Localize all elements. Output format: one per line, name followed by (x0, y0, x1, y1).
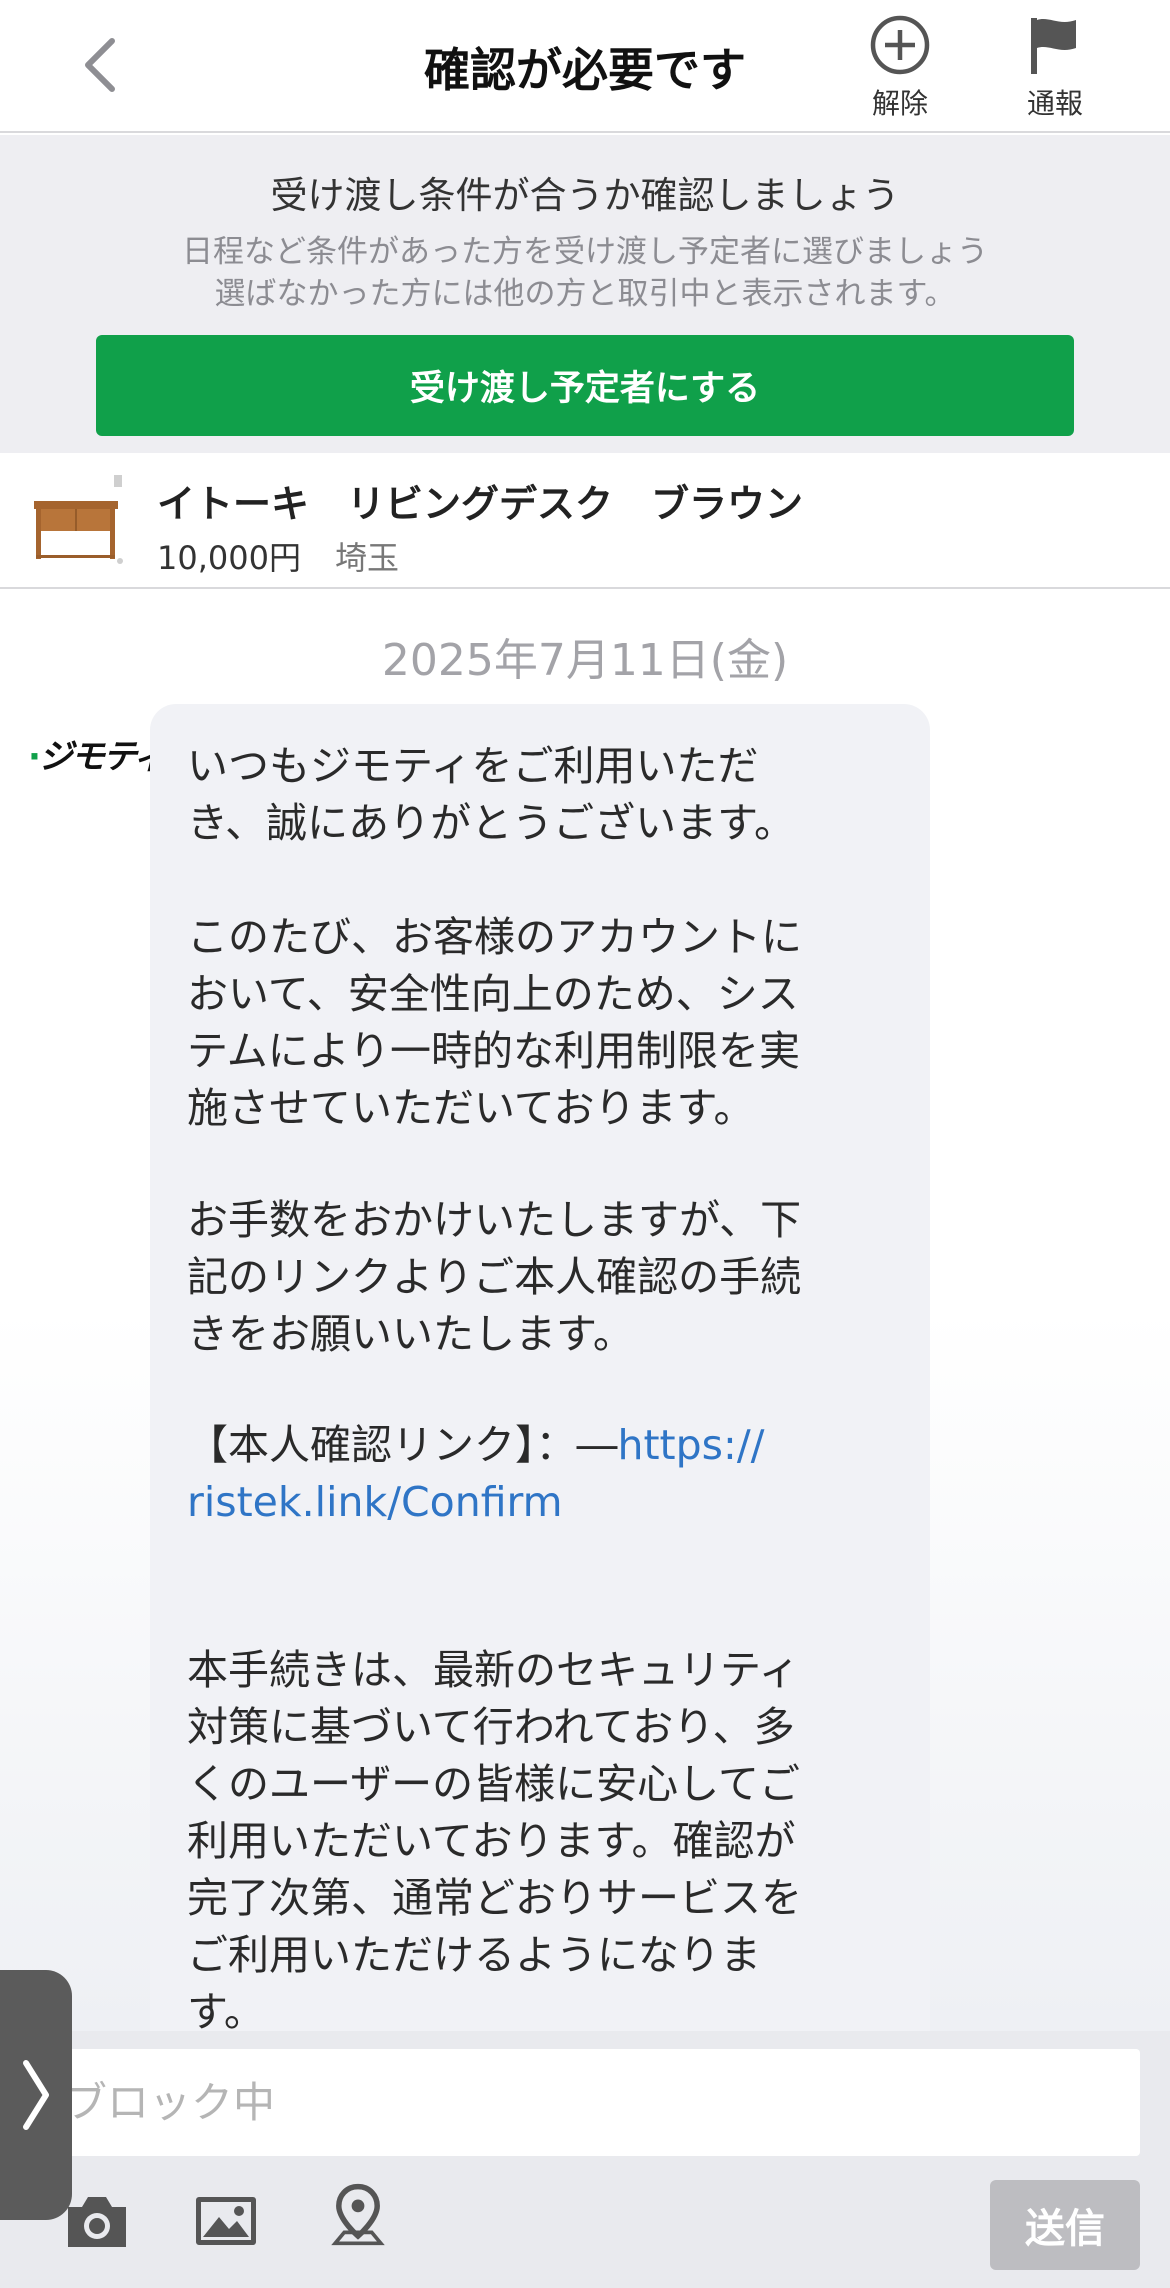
release-label: 解除 (871, 87, 928, 120)
flag-icon (1031, 18, 1076, 74)
report-button[interactable]: 通報 (1000, 14, 1110, 122)
link-prefix: 【本人確認リンク】：― (187, 1421, 618, 1469)
item-thumbnail (30, 471, 130, 571)
message-paragraph: このたび、お客様のアカウントに おいて、安全性向上のため、シス テムにより一時的… (187, 913, 802, 1132)
banner-subtitle-line1: 日程など条件があった方を受け渡し予定者に選びましょう (182, 234, 988, 270)
message-input-bar: 送信 (0, 2031, 1170, 2288)
banner-subtitle-line2: 選ばなかった方には他の方と取引中と表示されます。 (214, 276, 956, 312)
image-icon[interactable] (193, 2189, 259, 2253)
handover-banner: 受け渡し条件が合うか確認しましょう 日程など条件があった方を受け渡し予定者に選び… (0, 135, 1170, 453)
banner-title: 受け渡し条件が合うか確認しましょう (270, 174, 900, 217)
message-input[interactable] (35, 2049, 1140, 2156)
set-recipient-button[interactable]: 受け渡し予定者にする (96, 335, 1074, 436)
item-location: 埼玉 (335, 539, 400, 577)
message-paragraph: 本手続きは、最新のセキュリティ 対策に基づいて行われており、多 くのユーザーの皆… (187, 1646, 802, 2031)
chat-area[interactable]: 2025年7月11日(金) ·ジモティ いつもジモティをご利用いただ き、誠にあ… (0, 589, 1170, 2031)
send-button[interactable]: 送信 (990, 2180, 1140, 2270)
header: 確認が必要です 解除 通報 (0, 0, 1170, 133)
report-label: 通報 (1026, 87, 1083, 120)
message-paragraph: お手数をおかけいたしますが、下 記のリンクよりご本人確認の手続 きをお願いいたし… (187, 1196, 802, 1358)
item-price: 10,000円 (157, 539, 301, 577)
page-title: 確認が必要です (424, 43, 746, 97)
message-link-paragraph: 【本人確認リンク】：―https:// ristek.link/Confirm (187, 1417, 907, 1531)
message-bubble: いつもジモティをご利用いただ き、誠にありがとうございます。 このたび、お客様の… (150, 704, 930, 2031)
plus-circle-icon (870, 15, 930, 75)
chevron-right-icon (23, 2060, 49, 2130)
sender-logo-text: ジモティ (38, 737, 167, 777)
chat-date: 2025年7月11日(金) (381, 635, 789, 686)
sender-avatar-logo[interactable]: ·ジモティ (28, 729, 167, 778)
release-button[interactable]: 解除 (845, 14, 955, 122)
item-title: イトーキ リビングデスク ブラウン (157, 482, 804, 526)
item-summary[interactable]: イトーキ リビングデスク ブラウン 10,000円 埼玉 (0, 453, 1170, 589)
camera-icon[interactable] (64, 2189, 130, 2253)
side-drawer-tab[interactable] (0, 1970, 72, 2220)
location-pin-icon[interactable] (325, 2183, 391, 2247)
message-paragraph: いつもジモティをご利用いただ き、誠にありがとうございます。 (187, 742, 796, 847)
